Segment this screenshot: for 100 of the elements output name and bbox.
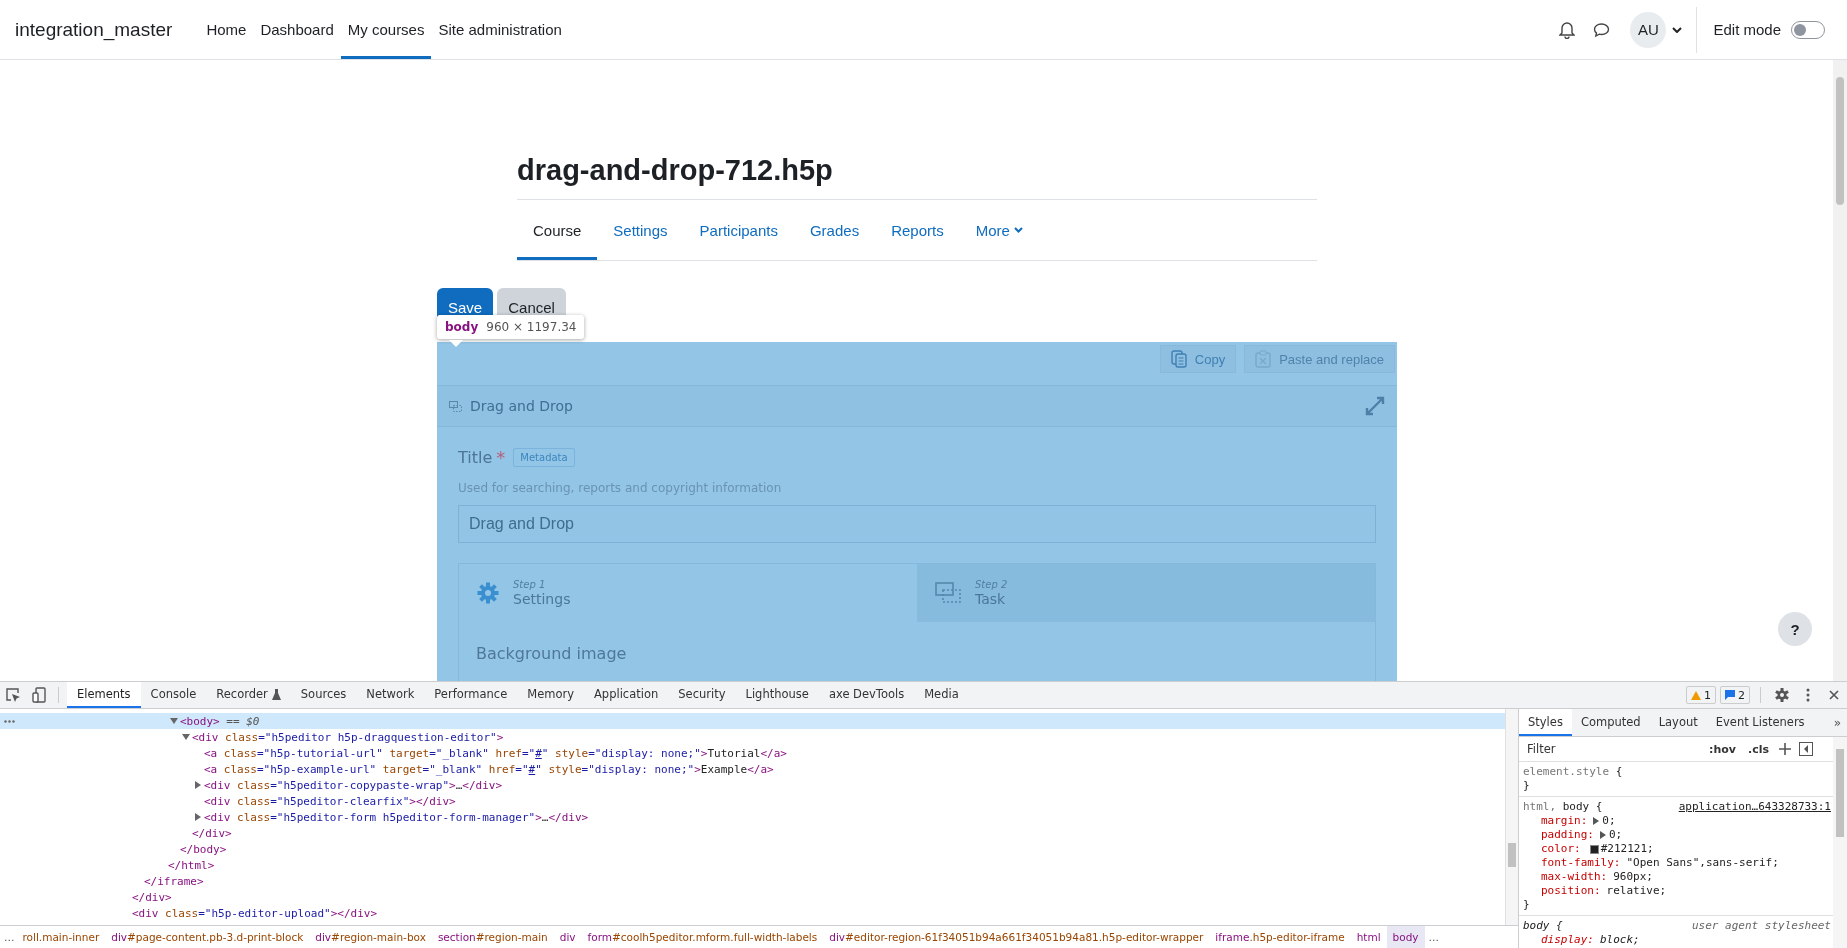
code-line: </body>	[180, 842, 227, 856]
nav-link[interactable]: Home	[199, 0, 254, 59]
gear-icon	[477, 582, 499, 604]
breadcrumb-item[interactable]: html	[1350, 926, 1387, 948]
code-line: <div class="h5p-editor-upload"></div>	[132, 906, 378, 920]
expand-arrow-icon[interactable]	[1593, 817, 1600, 825]
breadcrumb-item[interactable]: form#coolh5peditor.mform.full-width-labels	[581, 926, 824, 948]
tree-row[interactable]: <div class="h5peditor-form h5peditor-form-manager">…</div>	[0, 809, 1505, 825]
styles-tab[interactable]: Layout	[1649, 709, 1707, 736]
tree-row[interactable]: <div class="h5peditor-clearfix"></div>	[0, 793, 1505, 809]
code-line: </div>	[192, 826, 232, 840]
devtools-tab[interactable]: Lighthouse	[735, 682, 819, 708]
user-avatar[interactable]: AU	[1630, 11, 1667, 48]
kebab-icon	[1806, 688, 1810, 702]
course-tab[interactable]: Grades	[793, 200, 876, 260]
step-number: Step 2	[975, 579, 1008, 590]
course-tab[interactable]: Course	[517, 200, 598, 260]
task-icon	[935, 582, 961, 604]
flask-icon	[271, 688, 281, 700]
expand-arrow-icon[interactable]	[195, 813, 201, 821]
tree-row[interactable]: <a class="h5p-tutorial-url" target="_blank" href="#" style="display: none;">Tutorial</a>	[0, 745, 1505, 761]
copy-icon	[1170, 350, 1187, 368]
edit-mode-toggle[interactable]	[1791, 20, 1825, 39]
scrollbar[interactable]	[1505, 709, 1518, 925]
breadcrumb-overflow[interactable]: …	[1424, 931, 1441, 943]
course-tab[interactable]: Participants	[683, 200, 794, 260]
message-icon	[1725, 690, 1735, 700]
nav-link[interactable]: Dashboard	[253, 0, 341, 59]
breadcrumb-item[interactable]: roll.main-inner	[16, 926, 106, 948]
chat-icon	[1593, 21, 1611, 38]
devtools-tab[interactable]: Recorder	[206, 682, 291, 708]
plus-icon	[1779, 743, 1791, 755]
devtools-tab[interactable]: Memory	[517, 682, 584, 708]
message-badge[interactable]: 2	[1720, 686, 1750, 704]
tree-row[interactable]: <a class="h5p-example-url" target="_blank" href="#" style="display: none;">Example</a>	[0, 761, 1505, 777]
inspect-icon	[5, 687, 21, 703]
help-button[interactable]: ?	[1778, 612, 1812, 646]
tree-row[interactable]: <div class="h5peditor h5p-dragquestion-editor">	[0, 729, 1505, 745]
edit-mode-label: Edit mode	[1713, 21, 1781, 38]
expand-arrow-icon[interactable]	[1600, 831, 1606, 839]
css-value: block;	[1600, 933, 1640, 947]
tree-row[interactable]: <div class="h5p-editor-upload"></div>	[0, 905, 1505, 921]
css-property: margin:	[1541, 814, 1588, 828]
css-selector: body {	[1523, 919, 1563, 933]
devtools-tab[interactable]: Console	[140, 682, 207, 708]
nav-link[interactable]: Site administration	[431, 0, 569, 59]
expand-arrow-icon[interactable]	[170, 718, 178, 724]
breadcrumb-overflow[interactable]: …	[0, 931, 17, 943]
settings-icon	[1775, 688, 1789, 702]
step-number: Step 1	[513, 579, 547, 590]
stylesheet-link[interactable]: application…643328733:1	[1678, 800, 1831, 814]
devtools-tab[interactable]: Sources	[290, 682, 357, 708]
fullscreen-icon	[1365, 396, 1385, 416]
css-value: 0;	[1609, 828, 1623, 842]
warning-icon	[1691, 690, 1701, 700]
styles-tab[interactable]: Computed	[1571, 709, 1650, 736]
course-tab[interactable]: Settings	[597, 200, 684, 260]
breadcrumb-item[interactable]: section#region-main	[431, 926, 554, 948]
devtools-tab[interactable]: Network	[356, 682, 425, 708]
color-swatch[interactable]	[1589, 844, 1599, 854]
devtools-tab[interactable]: Elements	[67, 682, 141, 708]
more-tabs-button[interactable]: »	[1827, 709, 1847, 736]
expand-arrow-icon[interactable]	[182, 734, 190, 740]
breadcrumb-item[interactable]: div#region-main-box	[309, 926, 432, 948]
devtools-tab[interactable]: Application	[584, 682, 669, 708]
devtools-tab[interactable]: axe DevTools	[818, 682, 915, 708]
breadcrumb-item[interactable]: div	[553, 926, 582, 948]
expand-arrow-icon[interactable]	[195, 781, 201, 789]
devtools-tab[interactable]: Performance	[424, 682, 518, 708]
styles-tab[interactable]: Event Listeners	[1706, 709, 1814, 736]
course-tab[interactable]: Reports	[875, 200, 960, 260]
code-line: <div class="h5peditor h5p-dragquestion-editor">	[192, 730, 504, 744]
css-value: relative;	[1606, 884, 1667, 898]
breadcrumb-item[interactable]: div#editor-region-61f34051b94a661f34051b94a81.h5p-editor-wrapper	[823, 926, 1210, 948]
stylesheet-origin: user agent stylesheet	[1691, 919, 1831, 933]
course-tab[interactable]: More	[959, 200, 1039, 260]
scrollbar[interactable]	[1833, 737, 1847, 948]
breadcrumb-item[interactable]: body	[1386, 926, 1425, 948]
hover-state-button[interactable]: :hov	[1707, 742, 1738, 756]
code-line: <a class="h5p-example-url" target="_blank" href="#" style="display: none;">Example</a>	[204, 762, 774, 776]
css-value: #212121;	[1600, 842, 1654, 856]
nav-link[interactable]: My courses	[340, 0, 432, 59]
course-title: drag-and-drop-712.h5p	[517, 154, 834, 187]
code-line: <div class="h5peditor-clearfix"></div>	[204, 794, 456, 808]
tree-row[interactable]: <body> == $0	[0, 713, 1505, 729]
devtools-tab[interactable]: Media	[914, 682, 969, 708]
code-line: <div class="h5peditor-form h5peditor-form-manager">…</div>	[204, 810, 589, 824]
caret-icon	[1013, 227, 1023, 233]
breadcrumb-item[interactable]: iframe.h5p-editor-iframe	[1209, 926, 1351, 948]
devtools-tab[interactable]: Security	[668, 682, 736, 708]
breadcrumb-item[interactable]: div#page-content.pb-3.d-print-block	[105, 926, 310, 948]
step-label: Settings	[513, 591, 571, 607]
warning-badge[interactable]: 1	[1686, 686, 1716, 704]
scrollbar[interactable]	[1833, 60, 1847, 681]
styles-tab[interactable]: Styles	[1519, 709, 1572, 736]
class-button[interactable]: .cls	[1745, 742, 1771, 756]
sidebar-toggle-icon	[1799, 742, 1813, 756]
site-brand[interactable]: integration_master	[15, 18, 173, 41]
section-heading: Background image	[475, 643, 628, 665]
tree-row[interactable]: <div class="h5peditor-copypaste-wrap">…</div>	[0, 777, 1505, 793]
